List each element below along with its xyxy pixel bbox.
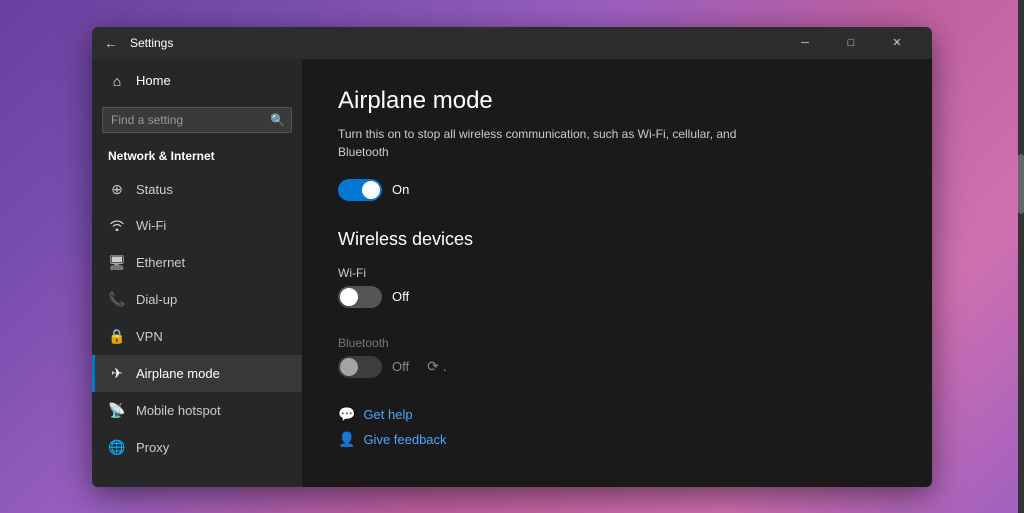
airplane-toggle[interactable] (338, 179, 382, 201)
sidebar-item-label: Proxy (136, 440, 169, 455)
sidebar-item-label: Mobile hotspot (136, 403, 221, 418)
title-bar: ← Settings ─ □ ✕ (92, 27, 932, 59)
search-icon: 🔍 (270, 113, 285, 127)
wireless-section-title: Wireless devices (338, 229, 896, 250)
give-feedback-label: Give feedback (363, 432, 446, 447)
bluetooth-toggle-label: Off (392, 359, 409, 374)
home-icon: ⌂ (108, 73, 126, 89)
settings-window: ← Settings ─ □ ✕ ⌂ Home 🔍 Network & Inte… (92, 27, 932, 487)
search-input[interactable] (102, 107, 292, 133)
get-help-link[interactable]: 💬 Get help (338, 406, 896, 423)
maximize-button[interactable]: □ (828, 27, 874, 59)
wifi-toggle-thumb (340, 288, 358, 306)
hotspot-icon: 📡 (108, 402, 126, 419)
sidebar-item-label: Ethernet (136, 255, 185, 270)
sidebar-item-label: Dial-up (136, 292, 177, 307)
sidebar-item-dialup[interactable]: 📞 Dial-up (92, 281, 302, 318)
wifi-device-name: Wi-Fi (338, 266, 896, 280)
wifi-icon (108, 218, 126, 234)
sidebar-item-proxy[interactable]: 🌐 Proxy (92, 429, 302, 466)
status-icon: ⊕ (108, 181, 126, 198)
window-body: ⌂ Home 🔍 Network & Internet ⊕ Status Wi-… (92, 59, 932, 487)
page-title: Airplane mode (338, 87, 896, 115)
sidebar-item-status[interactable]: ⊕ Status (92, 171, 302, 208)
wifi-device: Wi-Fi Off (338, 266, 896, 308)
bluetooth-toggle-row: Off ⟳ . (338, 356, 896, 378)
sidebar-item-hotspot[interactable]: 📡 Mobile hotspot (92, 392, 302, 429)
airplane-toggle-label: On (392, 182, 409, 197)
bluetooth-toggle-thumb (340, 358, 358, 376)
airplane-toggle-row: On (338, 179, 896, 201)
sidebar-item-ethernet[interactable]: 🖥 Ethernet (92, 244, 302, 281)
vpn-icon: 🔒 (108, 328, 126, 345)
window-controls: ─ □ ✕ (782, 27, 920, 59)
sidebar-item-wifi[interactable]: Wi-Fi (92, 208, 302, 244)
sidebar-item-home[interactable]: ⌂ Home (92, 59, 302, 103)
bluetooth-toggle[interactable] (338, 356, 382, 378)
sidebar-search: 🔍 (102, 107, 292, 133)
dialup-icon: 📞 (108, 291, 126, 308)
main-content: Airplane mode Turn this on to stop all w… (302, 59, 932, 487)
page-description: Turn this on to stop all wireless commun… (338, 125, 738, 161)
sidebar-item-label: Wi-Fi (136, 218, 166, 233)
wifi-toggle-row: Off (338, 286, 896, 308)
give-feedback-icon: 👤 (338, 431, 355, 448)
sidebar-item-label: VPN (136, 329, 163, 344)
window-title: Settings (130, 36, 782, 50)
airplane-toggle-thumb (362, 181, 380, 199)
sidebar: ⌂ Home 🔍 Network & Internet ⊕ Status Wi-… (92, 59, 302, 487)
wifi-toggle-label: Off (392, 289, 409, 304)
get-help-icon: 💬 (338, 406, 355, 423)
sidebar-item-label: Airplane mode (136, 366, 220, 381)
sidebar-item-label: Status (136, 182, 173, 197)
give-feedback-link[interactable]: 👤 Give feedback (338, 431, 896, 448)
sidebar-item-vpn[interactable]: 🔒 VPN (92, 318, 302, 355)
sidebar-home-label: Home (136, 73, 171, 88)
sidebar-item-airplane[interactable]: ✈ Airplane mode (92, 355, 302, 392)
back-button[interactable]: ← (104, 35, 118, 51)
bluetooth-device: Bluetooth Off ⟳ . (338, 336, 896, 378)
close-button[interactable]: ✕ (874, 27, 920, 59)
links-section: 💬 Get help 👤 Give feedback (338, 406, 896, 448)
minimize-button[interactable]: ─ (782, 27, 828, 59)
proxy-icon: 🌐 (108, 439, 126, 456)
ethernet-icon: 🖥 (108, 254, 126, 271)
sidebar-section-label: Network & Internet (92, 145, 302, 171)
get-help-label: Get help (363, 407, 412, 422)
airplane-icon: ✈ (108, 365, 126, 382)
bluetooth-device-name: Bluetooth (338, 336, 896, 350)
loading-spinner: ⟳ . (427, 358, 447, 375)
wifi-toggle[interactable] (338, 286, 382, 308)
